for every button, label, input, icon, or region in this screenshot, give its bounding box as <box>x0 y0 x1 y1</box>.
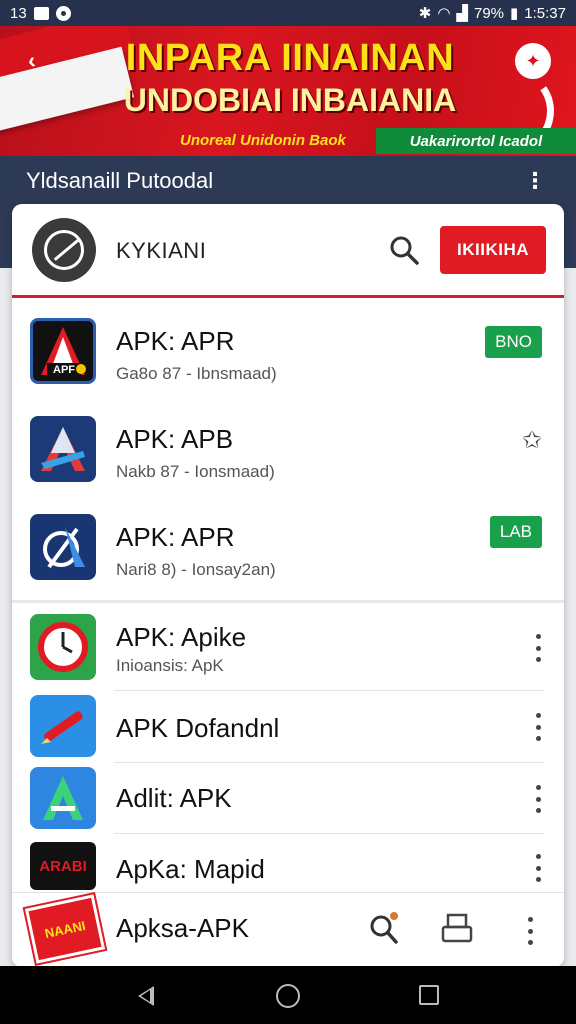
bluetooth-icon: ✱ <box>418 5 432 22</box>
apk-a-blue-icon <box>30 416 96 482</box>
more-vert-icon[interactable] <box>524 917 536 945</box>
printer-icon[interactable] <box>440 913 474 945</box>
status-time-left: 13 <box>10 4 27 22</box>
app-subtitle: Inioansis: ApK <box>116 656 224 675</box>
more-vert-icon[interactable] <box>532 854 544 882</box>
app-bar-title: Yldsanaill Putoodal <box>26 168 214 193</box>
battery-percent: 79% <box>473 4 505 22</box>
list-item[interactable]: APK Dofandnl <box>12 691 564 762</box>
banner-subtitle: Unoreal Unidonin Baok <box>180 132 346 149</box>
list-item[interactable]: ARABI ApKa: Mapid <box>12 834 564 892</box>
signal-icon: ▟ <box>456 5 468 22</box>
header-action-button[interactable]: IKIIKIHA <box>440 226 546 274</box>
bottom-label: Apksa-APK <box>116 913 249 943</box>
emblem-icon: ✦ <box>512 40 554 82</box>
banner-tag: Uakarirortol Icadol <box>376 128 576 154</box>
search-icon[interactable] <box>388 234 420 266</box>
apk-a-icon: APF <box>30 318 96 384</box>
app-list-card: KYKIANI IKIIKIHA APF APK: APR Ga8o 87 - … <box>12 204 564 967</box>
search-icon[interactable] <box>368 911 402 947</box>
apk-circle-icon <box>30 514 96 580</box>
more-vert-icon[interactable]: ⋮ <box>524 168 546 194</box>
banner-title: INPARA IINAINAN UNDOBIAI INBAIANIA <box>110 36 470 120</box>
status-badge[interactable]: LAB <box>489 516 542 548</box>
clock-icon <box>30 614 96 680</box>
app-subtitle: Ga8o 87 - Ibnsmaad) <box>116 364 277 383</box>
battery-icon: ▮ <box>510 5 519 22</box>
app-subtitle: Nakb 87 - Ionsmaad) <box>116 462 275 481</box>
system-nav-bar <box>0 966 576 1024</box>
status-badge[interactable]: BNO <box>485 326 542 358</box>
list-item[interactable]: APK: APR Nari8 8) - Ionsay2an) LAB <box>12 500 564 600</box>
arabi-icon: ARABI <box>30 842 96 890</box>
back-icon[interactable] <box>138 986 154 1006</box>
bookmark-star-icon[interactable]: ✩ <box>522 426 542 455</box>
bottom-action-bar: NAANI Apksa-APK <box>12 892 564 967</box>
banner-title-line1: INPARA IINAINAN <box>125 37 455 79</box>
pen-icon <box>30 695 96 757</box>
list-item[interactable]: Adlit: APK <box>12 763 564 833</box>
app-title: APK: APR <box>116 326 235 356</box>
app-title: ApKa: Mapid <box>116 854 265 884</box>
banner-title-line2: UNDOBIAI INBAIANIA <box>123 82 457 118</box>
recents-icon[interactable] <box>419 985 439 1005</box>
card-header: KYKIANI IKIIKIHA <box>12 204 564 298</box>
app-title: Adlit: APK <box>116 783 232 813</box>
brand-name: KYKIANI <box>116 238 207 263</box>
list-item[interactable]: APF APK: APR Ga8o 87 - Ibnsmaad) BNO <box>12 304 564 402</box>
status-bar: 13 ✱ ◠ ▟ 79% ▮ 1:5:37 <box>0 0 576 26</box>
app-title: APK: Apike <box>116 622 247 652</box>
app-title: APK Dofandnl <box>116 713 280 743</box>
message-icon <box>33 6 49 20</box>
more-vert-icon[interactable] <box>532 713 544 741</box>
wifi-icon: ◠ <box>437 5 451 22</box>
app-subtitle: Nari8 8) - Ionsay2an) <box>116 560 276 579</box>
promo-banner[interactable]: ‹ INPARA IINAINAN UNDOBIAI INBAIANIA ✦ U… <box>0 26 576 156</box>
more-vert-icon[interactable] <box>532 634 544 662</box>
list-item[interactable]: APK: Apike Inioansis: ApK <box>12 604 564 690</box>
section-divider <box>12 600 564 603</box>
home-icon[interactable] <box>276 984 300 1008</box>
promo-sticker-icon[interactable]: NAANI <box>24 894 106 964</box>
app-title: APK: APR <box>116 522 235 552</box>
adlit-icon <box>30 767 96 829</box>
app-title: APK: APB <box>116 424 234 454</box>
svg-text:APF: APF <box>53 364 75 376</box>
more-vert-icon[interactable] <box>532 785 544 813</box>
status-clock: 1:5:37 <box>524 4 566 22</box>
logo-icon[interactable] <box>32 218 96 282</box>
list-item[interactable]: APK: APB Nakb 87 - Ionsmaad) ✩ <box>12 402 564 500</box>
notification-icon <box>55 5 71 21</box>
